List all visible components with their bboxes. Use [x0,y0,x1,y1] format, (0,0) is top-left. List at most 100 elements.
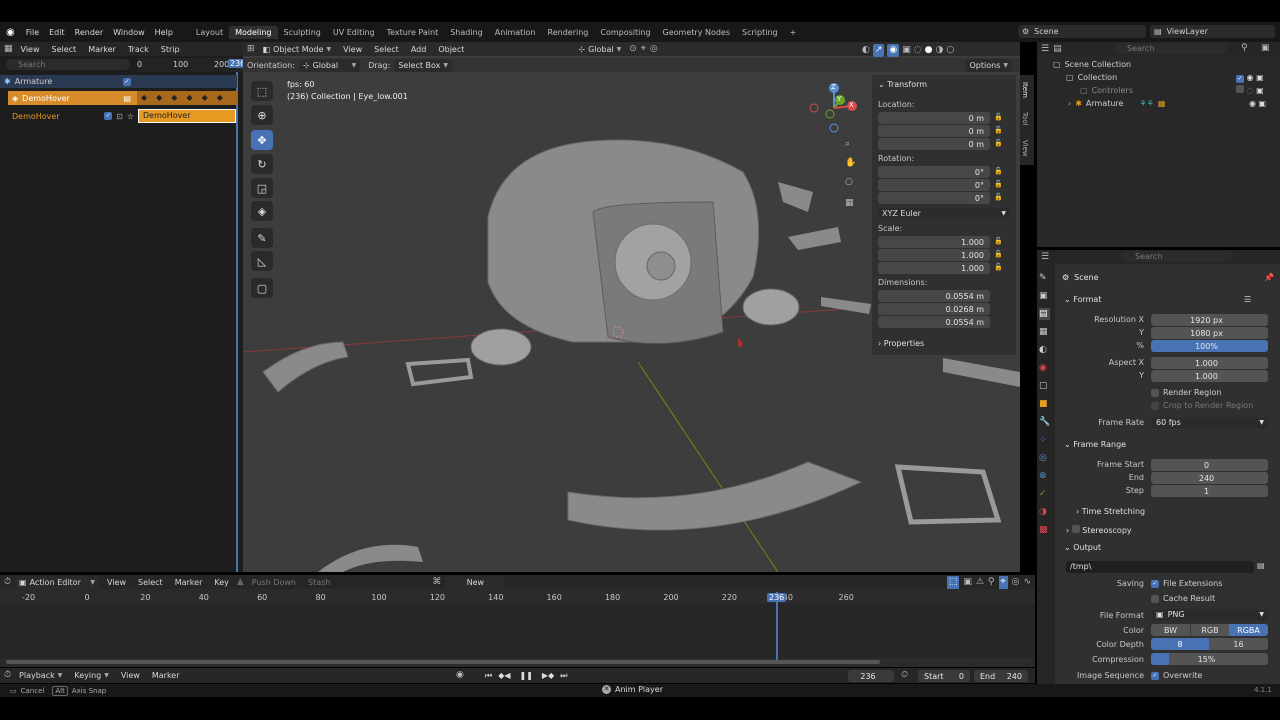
tab-animation[interactable]: Animation [489,26,542,39]
data-tab-icon[interactable]: ✓ [1039,488,1050,500]
cache-result-checkbox[interactable]: Cache Result [1151,594,1215,603]
timeline-menu-view[interactable]: View [117,671,144,680]
drag-dropdown[interactable]: Select Box ▼ [394,58,453,72]
nla-strip-demohover[interactable]: DemoHover [138,109,236,123]
star-icon[interactable]: ☆ [127,112,134,121]
transform-orientation-dropdown[interactable]: ⊹ Global ▼ [574,42,626,56]
tab-texture-paint[interactable]: Texture Paint [381,26,445,39]
tool-select-box[interactable]: ⬚ [251,81,273,101]
perspective-grid-icon[interactable]: ▦ [845,197,854,210]
tab-shading[interactable]: Shading [444,26,489,39]
resolution-x-field[interactable]: 1920 px [1151,314,1268,326]
aspect-x-field[interactable]: 1.000 [1151,357,1268,369]
jump-start-icon[interactable]: ⏮ [485,669,492,682]
file-format-dropdown[interactable]: ▣ PNG ▼ [1151,609,1268,621]
lock-icon[interactable]: ⊡ [116,112,123,121]
properties-search-input[interactable]: Search [1121,251,1233,262]
layer-icon[interactable]: ▲ [237,576,244,589]
new-collection-icon[interactable]: ▣ [1261,42,1270,55]
show-hidden-icon[interactable]: ▣ [963,576,972,589]
blender-logo-icon[interactable]: ◉ [0,27,21,38]
editor-type-icon[interactable]: ⏱ [4,576,11,589]
output-path-field[interactable]: /tmp\ [1066,561,1254,573]
stash-button[interactable]: Stash [304,578,334,587]
tab-sculpting[interactable]: Sculpting [278,26,327,39]
camera-icon[interactable]: ▣ [1259,99,1267,108]
rotation-z-field[interactable]: 0° [878,192,990,204]
proportional-edit-icon[interactable]: ◎ [650,43,658,56]
anim-player-indicator[interactable]: ✕ Anim Player [602,685,663,694]
color-rgba-button[interactable]: RGBA [1229,624,1268,636]
tool-tab-icon[interactable]: ✎ [1039,272,1050,284]
nla-track-demohover-action[interactable]: ◈ DemoHover ▤ [8,91,137,105]
close-icon[interactable]: ✕ [602,685,611,694]
shading-material-icon[interactable]: ◑ [936,44,944,57]
outliner-item-armature[interactable]: › ✱ Armature ⚘⚘ ▦ [1068,99,1165,108]
compression-slider[interactable]: 15% [1151,653,1268,665]
constraints-tab-icon[interactable]: ⊗ [1039,470,1050,482]
depth-16-button[interactable]: 16 [1209,638,1268,650]
scale-z-field[interactable]: 1.000 [878,262,990,274]
color-rgb-button[interactable]: RGB [1190,624,1229,636]
menu-edit[interactable]: Edit [44,28,70,37]
frame-end-field[interactable]: 240 [1151,472,1268,484]
tab-geometry-nodes[interactable]: Geometry Nodes [657,26,736,39]
rotation-y-field[interactable]: 0° [878,179,990,191]
depth-8-button[interactable]: 8 [1151,638,1209,650]
format-panel-header[interactable]: ⌄ Format [1064,295,1101,304]
action-menu-view[interactable]: View [103,578,130,587]
overlay-toggle-icon[interactable]: ◉ [887,44,900,57]
viewport-menu-add[interactable]: Add [407,45,431,54]
view-layer-tab-icon[interactable]: ▦ [1039,326,1050,338]
menu-file[interactable]: File [21,28,44,37]
lock-icon[interactable]: 🔓 [994,193,1003,201]
action-menu-marker[interactable]: Marker [171,578,207,587]
render-region-checkbox[interactable]: Render Region [1151,388,1221,397]
lock-icon[interactable]: 🔓 [994,139,1003,147]
jump-keyframe-forward-icon[interactable]: ▶◆ [542,669,554,682]
viewport-menu-object[interactable]: Object [434,45,468,54]
shading-solid-icon[interactable]: ● [925,44,933,57]
jump-keyframe-back-icon[interactable]: ◆◀ [498,669,510,682]
jump-end-icon[interactable]: ⏭ [560,669,567,682]
nla-track-armature[interactable]: ✱ Armature ✓ [0,75,137,88]
dimensions-z-field[interactable]: 0.0554 m [878,316,990,328]
editor-type-icon[interactable]: ▦ [4,43,13,56]
tool-measure[interactable]: ◺ [251,251,273,271]
action-editor-playhead[interactable] [776,592,778,660]
only-selected-icon[interactable]: ⬚ [946,575,960,589]
display-mode-icon[interactable]: ▤ [1053,43,1062,56]
stereoscopy-checkbox[interactable] [1071,525,1080,533]
rotation-mode-dropdown[interactable]: XYZ Euler ▼ [878,208,1010,219]
visibility-icon[interactable]: ◐ [862,44,870,57]
track-checkbox[interactable]: ✓ [104,112,113,120]
folder-icon[interactable]: ▤ [1257,561,1265,570]
object-tab-icon[interactable]: ■ [1039,398,1050,410]
location-y-field[interactable]: 0 m [878,125,990,137]
action-menu-key[interactable]: Key [210,578,233,587]
rotation-x-field[interactable]: 0° [878,166,990,178]
snap-icon[interactable]: ⌖ [641,43,646,56]
object-mode-dropdown[interactable]: ◧ Object Mode ▼ [258,42,336,56]
timeline-menu-marker[interactable]: Marker [148,671,184,680]
lock-icon[interactable]: 🔓 [994,263,1003,271]
render-tab-icon[interactable]: ▣ [1039,290,1050,302]
camera-icon[interactable]: ⎔ [845,177,853,190]
chevron-right-icon[interactable]: › [1068,99,1071,108]
scene-tab-icon[interactable]: ◐ [1039,344,1050,356]
shading-rendered-icon[interactable]: ○ [946,44,954,57]
interpolation-icon[interactable]: ∿ [1023,576,1031,589]
frame-step-field[interactable]: 1 [1151,485,1268,497]
particles-tab-icon[interactable]: ⁘ [1039,434,1050,446]
lock-icon[interactable]: 🔓 [994,180,1003,188]
menu-window[interactable]: Window [108,28,150,37]
tab-uv-editing[interactable]: UV Editing [327,26,381,39]
tab-modeling[interactable]: Modeling [229,25,278,39]
scale-y-field[interactable]: 1.000 [878,249,990,261]
overwrite-checkbox[interactable]: ✓ Overwrite [1151,671,1202,680]
proportional-icon[interactable]: ◎ [1012,576,1020,589]
tool-scale[interactable]: ◲ [251,178,273,198]
physics-tab-icon[interactable]: ◎ [1039,452,1050,464]
nla-menu-select[interactable]: Select [48,45,81,54]
texture-tab-icon[interactable]: ▩ [1039,524,1050,536]
